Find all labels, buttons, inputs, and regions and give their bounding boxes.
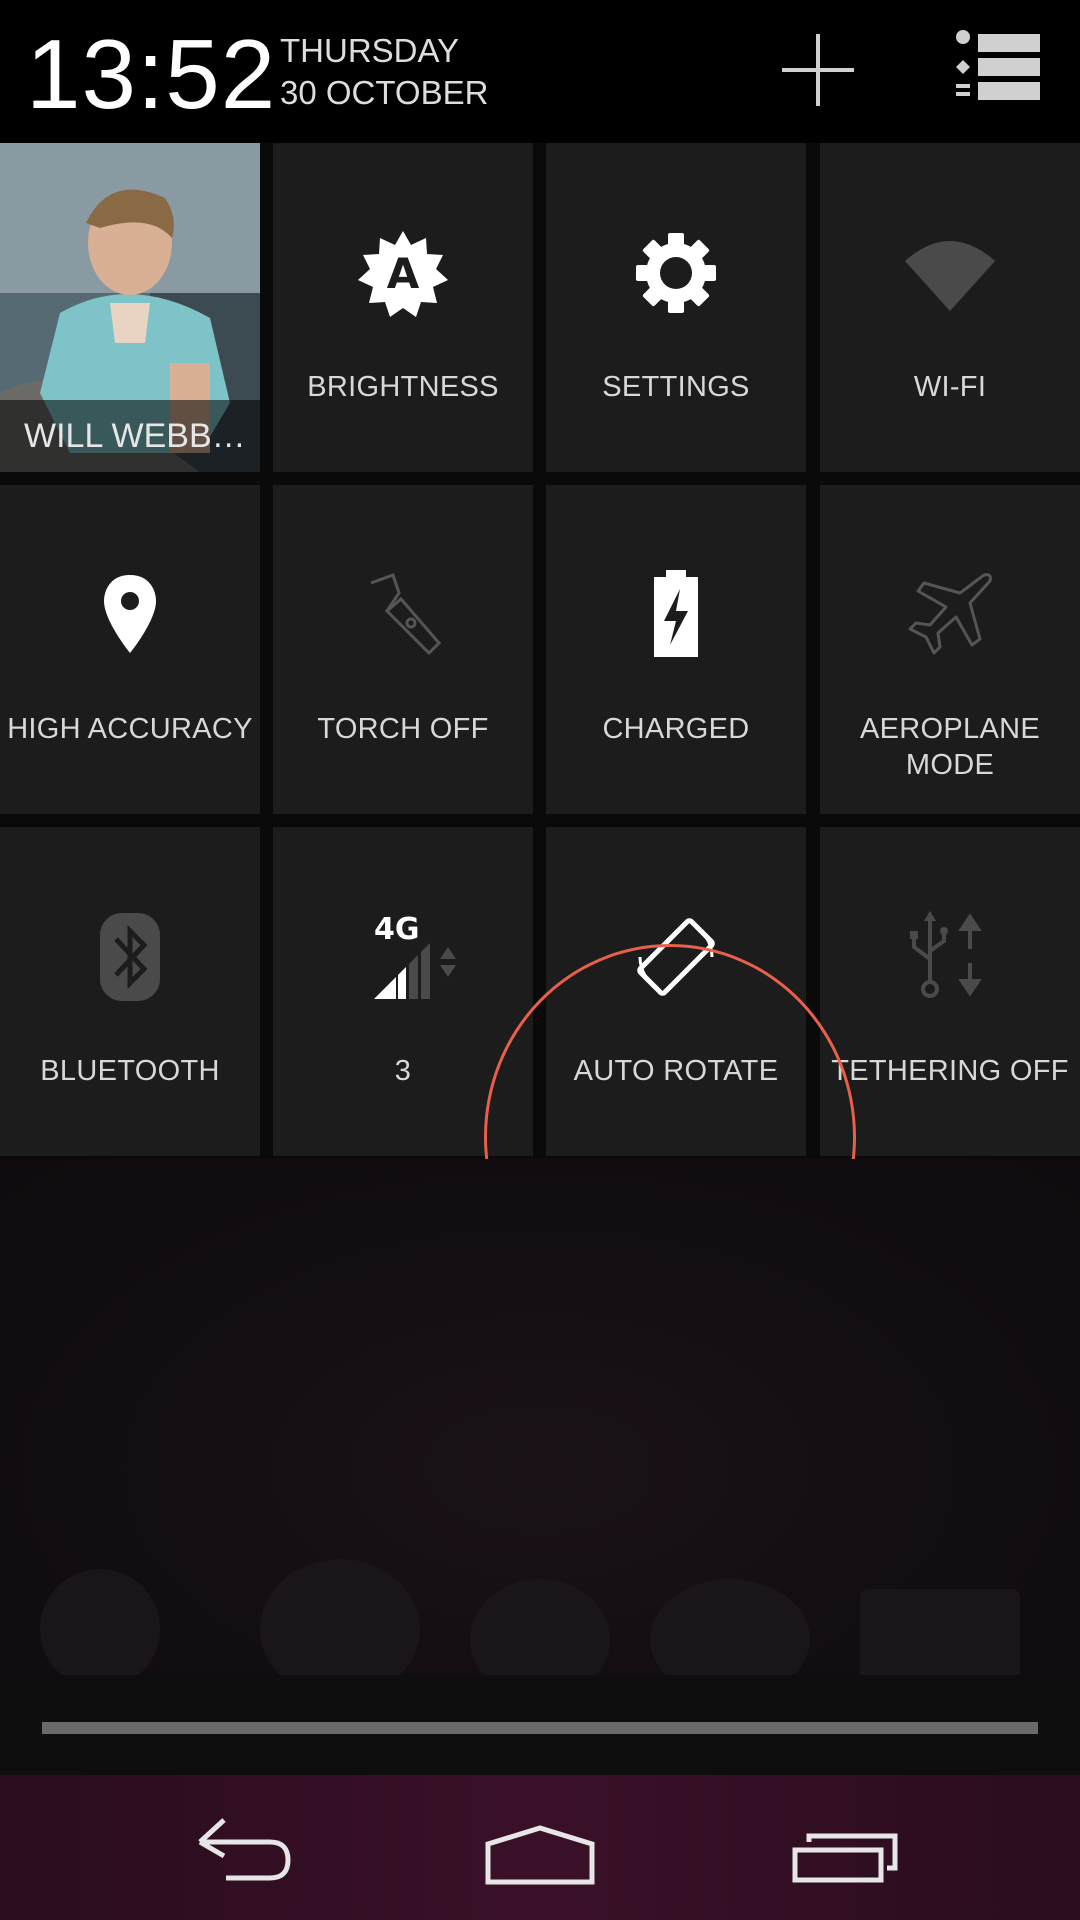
cell-signal-icon: 4G [374, 912, 456, 999]
navigation-bar [0, 1775, 1080, 1920]
date-day: THURSDAY [280, 32, 460, 69]
wifi-icon [905, 241, 995, 311]
wifi-tile[interactable]: WI-FI [820, 143, 1080, 472]
dimmed-home-screen [0, 1159, 1080, 1699]
airplane-label: AEROPLANE MODE [820, 711, 1080, 783]
torch-icon [370, 573, 442, 656]
airplane-icon [908, 573, 992, 655]
wifi-label: WI-FI [913, 371, 987, 403]
mobile-data-tile[interactable]: 4G 3 [273, 827, 533, 1156]
location-tile[interactable]: HIGH ACCURACY [0, 485, 260, 814]
clock: 13:52 [26, 19, 277, 129]
back-icon [198, 1818, 291, 1881]
home-icon [485, 1825, 595, 1885]
gear-icon [636, 233, 716, 313]
quick-settings-header: 13:52 THURSDAY 30 OCTOBER [0, 0, 1080, 143]
auto-rotate-icon [637, 918, 715, 996]
recents-button[interactable] [775, 1790, 915, 1905]
torch-tile[interactable]: TORCH OFF [273, 485, 533, 814]
user-tile[interactable]: WILL WEBB… [0, 143, 260, 472]
panel-drag-handle[interactable] [42, 1722, 1038, 1734]
list-icon [956, 30, 1040, 100]
bluetooth-icon [100, 913, 160, 1001]
battery-label: CHARGED [602, 713, 750, 745]
torch-label: TORCH OFF [317, 713, 489, 745]
bluetooth-label: BLUETOOTH [40, 1055, 220, 1087]
brightness-label: BRIGHTNESS [307, 371, 499, 403]
tethering-tile[interactable]: TETHERING OFF [820, 827, 1080, 1156]
network-type-badge: 4G [374, 912, 420, 947]
tethering-label: TETHERING OFF [831, 1055, 1069, 1087]
brightness-tile[interactable]: A BRIGHTNESS [273, 143, 533, 472]
svg-text:A: A [387, 249, 420, 298]
plus-icon [782, 34, 854, 106]
battery-charging-icon [654, 570, 698, 657]
back-button[interactable] [170, 1790, 310, 1905]
home-button[interactable] [470, 1790, 610, 1905]
user-name: WILL WEBB… [24, 417, 246, 455]
airplane-label-line2: MODE [905, 749, 995, 781]
notifications-toggle-button[interactable] [950, 20, 1050, 120]
location-label: HIGH ACCURACY [7, 713, 253, 745]
add-button[interactable] [768, 20, 868, 120]
quick-settings-grid: WILL WEBB… A BRIGHTNESS SETTINGS WI-FI H… [0, 143, 1080, 1330]
date-full: 30 OCTOBER [280, 74, 489, 111]
settings-tile[interactable]: SETTINGS [546, 143, 806, 472]
auto-rotate-tile[interactable]: AUTO ROTATE [546, 827, 806, 1156]
airplane-label-line1: AEROPLANE [860, 713, 1040, 745]
recents-icon [792, 1833, 898, 1883]
settings-label: SETTINGS [602, 371, 750, 403]
auto-brightness-icon: A [358, 231, 448, 317]
location-pin-icon [104, 575, 156, 653]
dock-ghost-icon [40, 1569, 160, 1689]
auto-rotate-label: AUTO ROTATE [573, 1055, 779, 1087]
mobile-data-label: 3 [394, 1055, 412, 1087]
bluetooth-tile[interactable]: BLUETOOTH [0, 827, 260, 1156]
airplane-tile[interactable]: AEROPLANE MODE [820, 485, 1080, 814]
battery-tile[interactable]: CHARGED [546, 485, 806, 814]
usb-tether-icon [910, 911, 982, 998]
